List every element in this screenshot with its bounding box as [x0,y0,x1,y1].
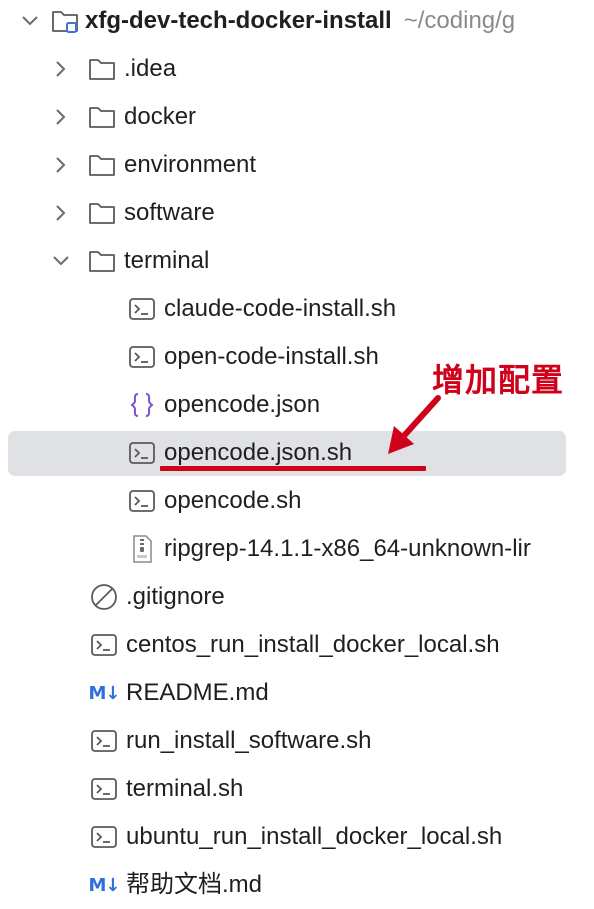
tree-row-help-doc[interactable]: M↓ 帮助文档.md [0,861,594,909]
shell-script-icon [90,727,118,755]
tree-row-environment[interactable]: environment [0,141,594,189]
json-file-icon [128,391,156,419]
tree-row-centos-run-install[interactable]: centos_run_install_docker_local.sh [0,621,594,669]
tree-item-label: open-code-install.sh [164,343,379,370]
shell-script-icon [90,775,118,803]
project-name: xfg-dev-tech-docker-install [85,7,392,34]
tree-row-ubuntu-run-install[interactable]: ubuntu_run_install_docker_local.sh [0,813,594,861]
chevron-down-icon[interactable] [49,249,73,273]
folder-icon [88,247,116,275]
tree-item-label: ubuntu_run_install_docker_local.sh [126,823,503,850]
folder-icon [88,103,116,131]
tree-item-label: .gitignore [126,583,225,610]
tree-item-label: opencode.json [164,391,321,418]
project-path-hint: ~/coding/g [403,7,516,34]
project-folder-icon [51,7,79,35]
shell-script-icon [128,439,156,467]
tree-row-docker[interactable]: docker [0,93,594,141]
shell-script-icon [128,343,156,371]
chevron-right-icon[interactable] [49,57,73,81]
shell-script-icon [90,823,118,851]
markdown-badge: M↓ [88,682,121,704]
tree-item-label: centos_run_install_docker_local.sh [126,631,500,658]
folder-icon [88,199,116,227]
markdown-badge: M↓ [88,874,121,896]
tree-row-software[interactable]: software [0,189,594,237]
tree-item-label: 帮助文档.md [126,871,263,898]
tree-row-ripgrep-archive[interactable]: ripgrep-14.1.1-x86_64-unknown-lir [0,525,594,573]
tree-item-label: software [124,199,215,226]
tree-row-terminal-sh[interactable]: terminal.sh [0,765,594,813]
chevron-down-icon[interactable] [18,9,42,33]
tree-row-readme[interactable]: M↓ README.md [0,669,594,717]
tree-row-opencode-sh[interactable]: opencode.sh [0,477,594,525]
tree-row-run-install-software[interactable]: run_install_software.sh [0,717,594,765]
folder-icon [88,151,116,179]
chevron-right-icon[interactable] [49,153,73,177]
tree-item-label: ripgrep-14.1.1-x86_64-unknown-lir [164,535,531,562]
chevron-right-icon[interactable] [49,105,73,129]
annotation-text: 增加配置 [432,361,565,399]
tree-item-label: opencode.sh [164,487,302,514]
markdown-icon: M↓ [88,679,121,707]
tree-item-label: docker [124,103,197,130]
tree-row-claude-code-install[interactable]: claude-code-install.sh [0,285,594,333]
tree-item-label: terminal [124,247,210,274]
tree-row-idea[interactable]: .idea [0,45,594,93]
annotation-arrow-icon [388,395,441,454]
chevron-right-icon[interactable] [49,201,73,225]
tree-item-label: terminal.sh [126,775,244,802]
shell-script-icon [128,487,156,515]
tree-row-project-root[interactable]: xfg-dev-tech-docker-install ~/coding/g [0,0,594,45]
project-tree: xfg-dev-tech-docker-install ~/coding/g .… [0,0,594,908]
tree-item-label: claude-code-install.sh [164,295,397,322]
tree-item-label: opencode.json.sh [164,439,353,466]
markdown-icon: M↓ [88,871,121,899]
tree-row-gitignore[interactable]: .gitignore [0,573,594,621]
folder-icon [88,55,116,83]
tree-item-label: README.md [126,679,269,706]
shell-script-icon [90,631,118,659]
tree-item-label: environment [124,151,257,178]
shell-script-icon [128,295,156,323]
ignored-file-icon [90,583,118,611]
tree-item-label: run_install_software.sh [126,727,372,754]
tree-row-terminal[interactable]: terminal [0,237,594,285]
archive-file-icon [128,535,156,563]
tree-item-label: .idea [124,55,177,82]
